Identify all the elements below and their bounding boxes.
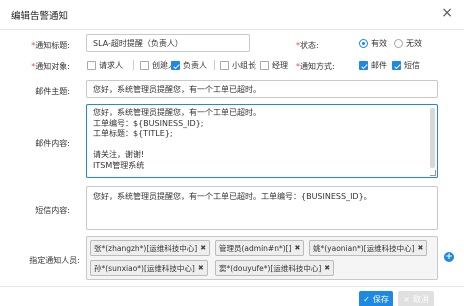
status-valid-radio[interactable]: 有效: [359, 38, 387, 49]
title-input[interactable]: SLA-超时提醒（负责人）: [86, 34, 250, 52]
dialog-title: 编辑告警通知: [11, 11, 69, 22]
close-icon: ×: [403, 294, 410, 304]
checkbox-icon: [87, 61, 96, 70]
method-sms-checkbox[interactable]: 短信: [392, 60, 420, 71]
target-manager-checkbox[interactable]: 经理: [260, 60, 288, 71]
target-owner-checkbox[interactable]: 负责人: [171, 60, 207, 71]
assignee-box[interactable]: 张*(zhangzh*)[运维科技中心] ✖ 管理员(admin#n*)[] ✖ 姚…: [86, 236, 438, 280]
remove-icon[interactable]: ✖: [324, 264, 330, 272]
resize-handle[interactable]: [430, 170, 436, 176]
target-label: *通知对象:: [31, 62, 70, 71]
footer-divider: [0, 286, 464, 287]
divider: [254, 60, 255, 70]
divider: [165, 60, 166, 70]
assignee-tag: 姚*(yaonian*)[运维科技中心] ✖: [309, 240, 428, 256]
target-requester-checkbox[interactable]: 请求人: [87, 60, 123, 71]
subject-input[interactable]: 您好，系统管理员提醒您，有一个工单已超时。: [86, 80, 438, 98]
divider: [133, 60, 134, 70]
dialog-header: 编辑告警通知 ×: [0, 0, 464, 30]
status-label: *状态:: [296, 41, 319, 50]
remove-icon[interactable]: ✖: [198, 264, 204, 272]
remove-icon[interactable]: ✖: [200, 244, 206, 252]
status-invalid-radio[interactable]: 无效: [394, 38, 422, 49]
sms-label: 短信内容:: [35, 206, 70, 215]
close-icon[interactable]: ×: [441, 5, 453, 21]
assignee-tag: 窦*(douyufe*)[运维科技中心] ✖: [215, 260, 335, 276]
save-button[interactable]: ✓ 保存: [359, 291, 393, 306]
sms-textarea[interactable]: 您好，系统管理员提醒您，有一个工单已超时。工单编号：{BUSINESS_ID}。: [86, 186, 438, 230]
assignee-tag: 管理员(admin#n*)[] ✖: [215, 240, 305, 256]
method-email-checkbox[interactable]: 邮件: [359, 60, 387, 71]
divider: [214, 60, 215, 70]
radio-on-icon: [359, 39, 368, 48]
target-leader-checkbox[interactable]: 小组长: [220, 60, 256, 71]
assignee-label: 指定通知人员:: [29, 256, 80, 265]
remove-icon[interactable]: ✖: [418, 244, 424, 252]
radio-off-icon: [394, 39, 403, 48]
checkbox-checked-icon: [359, 61, 368, 70]
checkbox-icon: [140, 61, 149, 70]
checkbox-icon: [260, 61, 269, 70]
method-label: *通知方式:: [296, 62, 335, 71]
remove-icon[interactable]: ✖: [295, 244, 301, 252]
checkbox-checked-icon: [171, 61, 180, 70]
cancel-button[interactable]: × 取消: [398, 291, 434, 306]
assignee-tag: 孙*(sunxiao*)[运维科技中心] ✖: [90, 260, 208, 276]
subject-label: 邮件主题:: [35, 87, 70, 96]
add-assignee-icon[interactable]: +: [444, 252, 454, 262]
checkbox-icon: [220, 61, 229, 70]
content-label: 邮件内容:: [35, 139, 70, 148]
assignee-tag: 张*(zhangzh*)[运维科技中心] ✖: [90, 240, 211, 256]
content-textarea[interactable]: 您好，系统管理员提醒您，有一个工单已超时。 工单编号：${BUSINESS_ID…: [86, 104, 438, 178]
scrollbar[interactable]: [430, 108, 435, 168]
check-icon: ✓: [363, 294, 370, 304]
title-label: *通知标题:: [31, 41, 70, 50]
checkbox-checked-icon: [392, 61, 401, 70]
